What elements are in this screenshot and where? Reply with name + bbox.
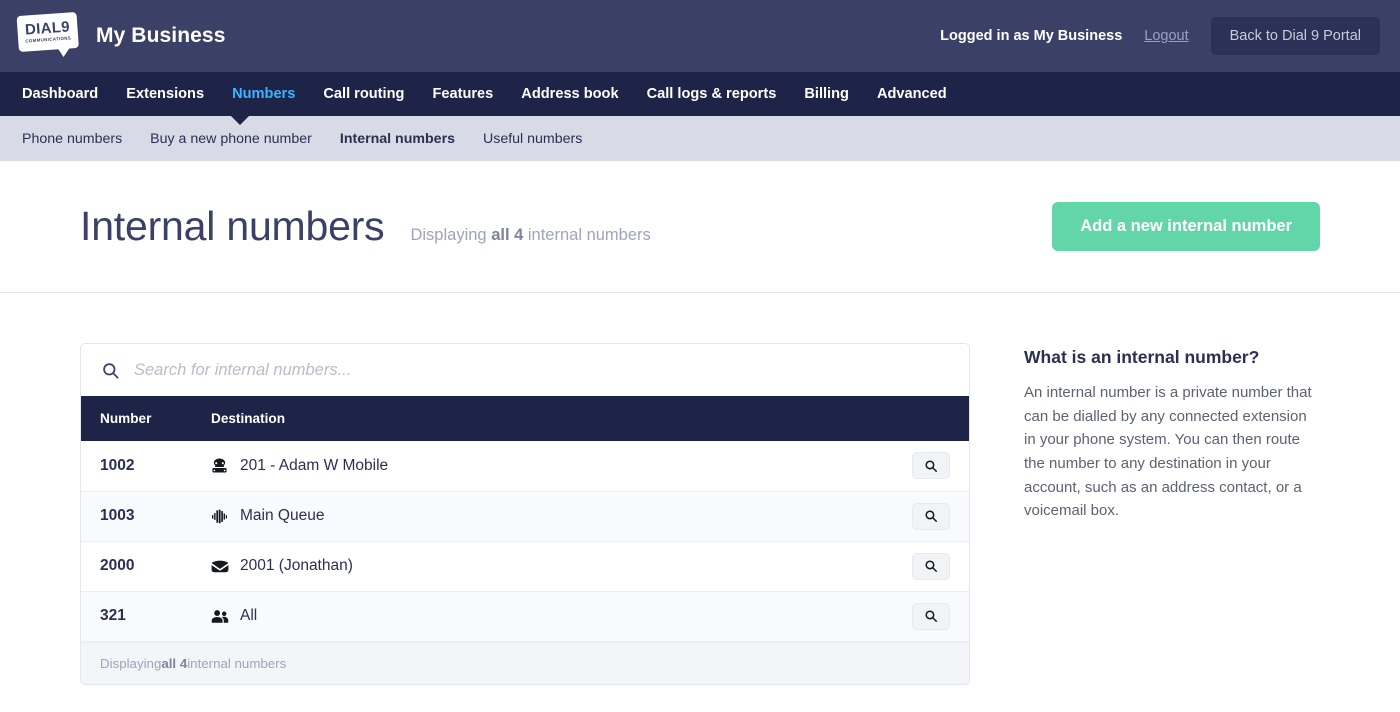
destination-wrapper: Main Queue [211, 507, 879, 525]
page-header: Internal numbers Displaying all 4 intern… [0, 161, 1400, 293]
table-header: Number Destination [81, 396, 969, 441]
destination-label: All [240, 607, 258, 624]
nav-item-extensions[interactable]: Extensions [126, 86, 204, 102]
back-to-portal-button[interactable]: Back to Dial 9 Portal [1210, 17, 1380, 55]
nav-item-advanced[interactable]: Advanced [877, 86, 947, 102]
footer-prefix: Displaying [100, 655, 162, 671]
page-title: Internal numbers [80, 203, 385, 249]
content-area: Number Destination 1002 201 - Adam W Mobi… [0, 293, 1400, 685]
destination-wrapper: All [211, 607, 879, 625]
cell-destination: 201 - Adam W Mobile [211, 441, 879, 492]
footer-strong: all 4 [161, 655, 188, 671]
view-internal-number-button[interactable] [912, 502, 950, 530]
cell-number: 1002 [81, 441, 211, 492]
help-body: An internal number is a private number t… [1024, 384, 1312, 520]
top-header-bar: DIAL9 COMMUNICATIONS My Business Logged … [0, 0, 1400, 72]
telephone-icon [211, 457, 230, 474]
internal-numbers-panel: Number Destination 1002 201 - Adam W Mobi… [80, 343, 970, 685]
cell-number: 1003 [81, 491, 211, 542]
main-navigation: Dashboard Extensions Numbers Call routing Fe… [0, 72, 1400, 116]
nav-item-billing[interactable]: Billing [804, 86, 849, 102]
subnav-item-useful-numbers[interactable]: Useful numbers [483, 131, 582, 147]
view-internal-number-button[interactable] [912, 452, 950, 480]
voicemail-envelope-icon [211, 559, 230, 574]
logout-link[interactable]: Logout [1144, 28, 1188, 44]
cell-destination: Main Queue [211, 491, 879, 542]
nav-item-dashboard[interactable]: Dashboard [22, 86, 98, 102]
active-subnav-pointer-down-icon [399, 161, 417, 170]
active-nav-pointer-up-icon [231, 116, 249, 125]
table-row[interactable]: 1002 201 - Adam W Mobile [81, 441, 969, 492]
table-row[interactable]: 321 All [81, 591, 969, 642]
column-header-number: Number [81, 396, 211, 441]
subnav-item-internal-numbers[interactable]: Internal numbers [340, 131, 455, 147]
search-icon [101, 361, 120, 380]
count-prefix: Displaying [410, 226, 492, 244]
column-header-actions [879, 396, 969, 441]
table-body: 1002 201 - Adam W Mobile 1003 Main Queue 200… [81, 441, 969, 642]
brand-block[interactable]: DIAL9 COMMUNICATIONS My Business [16, 11, 226, 60]
page-title-group: Internal numbers Displaying all 4 intern… [80, 203, 651, 250]
destination-label: 201 - Adam W Mobile [240, 456, 389, 474]
logo-main-text: DIAL9 [24, 18, 71, 39]
search-icon [924, 459, 938, 473]
subnav-item-phone-numbers[interactable]: Phone numbers [22, 131, 122, 147]
nav-item-call-logs-reports[interactable]: Call logs & reports [647, 86, 777, 102]
page-record-count: Displaying all 4 internal numbers [410, 226, 650, 245]
nav-item-call-routing[interactable]: Call routing [323, 86, 404, 102]
search-icon [924, 609, 938, 623]
view-internal-number-button[interactable] [912, 602, 950, 630]
nav-item-numbers[interactable]: Numbers [232, 86, 295, 102]
cell-number: 2000 [81, 541, 211, 592]
destination-label: Main Queue [240, 507, 325, 524]
view-internal-number-button[interactable] [912, 552, 950, 580]
subnav-item-buy-a-new-phone-number[interactable]: Buy a new phone number [150, 131, 312, 147]
cell-actions [879, 541, 969, 592]
search-input[interactable] [134, 360, 949, 380]
table-footer: Displaying all 4 internal numbers [81, 641, 969, 684]
nav-item-address-book[interactable]: Address book [521, 86, 618, 102]
users-group-icon [211, 609, 230, 624]
table-header-row: Number Destination [81, 396, 969, 441]
cell-actions [879, 491, 969, 542]
brand-name: My Business [96, 24, 226, 47]
footer-suffix: internal numbers [187, 655, 287, 671]
cell-destination: 2001 (Jonathan) [211, 541, 879, 592]
help-sidebar: What is an internal number? An internal … [1024, 343, 1320, 685]
column-header-destination: Destination [211, 396, 879, 441]
queue-icon [211, 509, 230, 524]
count-strong: all 4 [491, 226, 524, 244]
destination-wrapper: 2001 (Jonathan) [211, 557, 879, 575]
table-row[interactable]: 1003 Main Queue [81, 491, 969, 542]
cell-actions [879, 591, 969, 642]
help-title: What is an internal number? [1024, 347, 1260, 367]
destination-wrapper: 201 - Adam W Mobile [211, 457, 879, 475]
nav-item-features[interactable]: Features [432, 86, 493, 102]
sub-navigation: Phone numbers Buy a new phone number Inter… [0, 116, 1400, 170]
header-account-area: Logged in as My Business Logout Back to … [940, 17, 1380, 55]
count-suffix: internal numbers [523, 226, 651, 244]
destination-label: 2001 (Jonathan) [240, 557, 353, 574]
search-icon [924, 509, 938, 523]
table-row[interactable]: 2000 2001 (Jonathan) [81, 541, 969, 592]
cell-actions [879, 441, 969, 492]
logo-sub-text: COMMUNICATIONS [25, 35, 72, 44]
cell-destination: All [211, 591, 879, 642]
logged-in-label: Logged in as My Business [940, 28, 1123, 44]
search-bar[interactable] [81, 344, 969, 396]
cell-number: 321 [81, 591, 211, 642]
search-icon [924, 559, 938, 573]
dial9-logo[interactable]: DIAL9 COMMUNICATIONS [16, 11, 80, 60]
add-new-internal-number-button[interactable]: Add a new internal number [1052, 202, 1320, 251]
logo-speech-bubble-icon: DIAL9 COMMUNICATIONS [16, 11, 79, 53]
internal-numbers-table: Number Destination 1002 201 - Adam W Mobi… [81, 396, 969, 642]
